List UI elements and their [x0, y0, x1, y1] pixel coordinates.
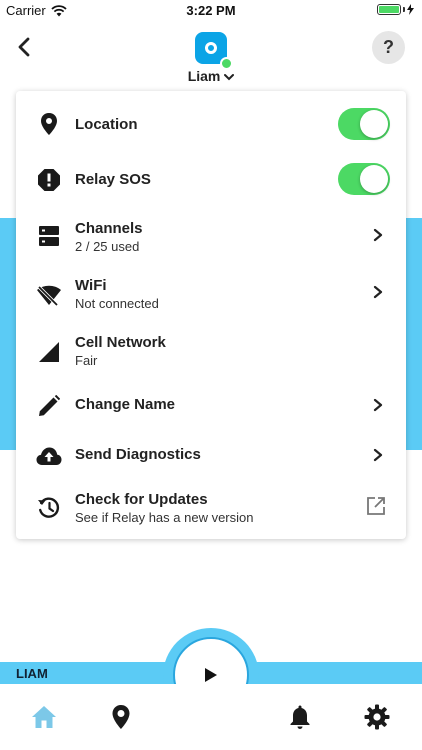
- chevron-right-icon: [368, 395, 388, 415]
- bell-icon: [290, 705, 310, 729]
- tab-home[interactable]: [29, 702, 59, 732]
- play-icon: [205, 668, 217, 682]
- tab-settings[interactable]: [362, 702, 392, 732]
- setting-row-wifi[interactable]: WiFi Not connected: [16, 268, 406, 325]
- setting-row-cell-network: Cell Network Fair: [16, 325, 406, 382]
- help-button[interactable]: ?: [372, 31, 405, 64]
- tab-map[interactable]: [106, 702, 136, 732]
- status-bar: Carrier 3:22 PM: [0, 0, 422, 22]
- charging-bolt-icon: [407, 4, 414, 15]
- alert-octagon-icon: [36, 167, 62, 193]
- tab-bar: [0, 684, 422, 750]
- setting-row-check-updates[interactable]: Check for Updates See if Relay has a new…: [16, 482, 406, 539]
- setting-title: Send Diagnostics: [75, 446, 201, 463]
- setting-subtitle: Not connected: [75, 296, 159, 311]
- external-link-icon: [366, 496, 386, 516]
- setting-title: Change Name: [75, 396, 176, 413]
- relay-sos-toggle[interactable]: [338, 163, 390, 195]
- settings-card: Location Relay SOS Channels 2 / 25 used …: [16, 91, 406, 539]
- location-pin-icon: [112, 705, 130, 729]
- device-name-selector[interactable]: Liam: [170, 68, 252, 84]
- chevron-right-icon: [368, 225, 388, 245]
- chevron-right-icon: [368, 282, 388, 302]
- chevron-down-icon: [224, 74, 235, 81]
- setting-title: Channels: [75, 220, 143, 237]
- server-icon: [36, 223, 62, 249]
- setting-row-channels[interactable]: Channels 2 / 25 used: [16, 211, 406, 268]
- history-clock-icon: [36, 495, 62, 521]
- home-icon: [32, 706, 56, 728]
- tab-notifications[interactable]: [285, 702, 315, 732]
- location-pin-icon: [36, 111, 62, 137]
- device-name-label: Liam: [187, 68, 221, 84]
- wifi-off-icon: [36, 282, 62, 308]
- setting-title: WiFi: [75, 277, 107, 294]
- location-toggle[interactable]: [338, 108, 390, 140]
- setting-row-send-diagnostics[interactable]: Send Diagnostics: [16, 432, 406, 482]
- back-button[interactable]: [12, 33, 36, 61]
- setting-subtitle: See if Relay has a new version: [75, 510, 254, 525]
- setting-title: Location: [75, 116, 138, 133]
- status-time: 3:22 PM: [186, 3, 236, 18]
- setting-title: Cell Network: [75, 334, 166, 351]
- chevron-right-icon: [368, 445, 388, 465]
- setting-row-change-name[interactable]: Change Name: [16, 382, 406, 432]
- setting-title: Check for Updates: [75, 491, 208, 508]
- setting-subtitle: Fair: [75, 353, 98, 368]
- setting-title: Relay SOS: [75, 171, 151, 188]
- setting-subtitle: 2 / 25 used: [75, 239, 140, 254]
- battery-icon: [377, 4, 414, 15]
- setting-row-location: Location: [16, 91, 406, 157]
- pencil-icon: [36, 393, 62, 419]
- setting-row-relay-sos: Relay SOS: [16, 157, 406, 211]
- chevron-left-icon: [18, 37, 30, 57]
- cloud-upload-icon: [36, 443, 62, 469]
- gear-icon: [364, 704, 390, 730]
- device-label: LIAM: [16, 666, 48, 681]
- cell-signal-icon: [36, 339, 62, 365]
- relay-device-icon: [205, 42, 217, 54]
